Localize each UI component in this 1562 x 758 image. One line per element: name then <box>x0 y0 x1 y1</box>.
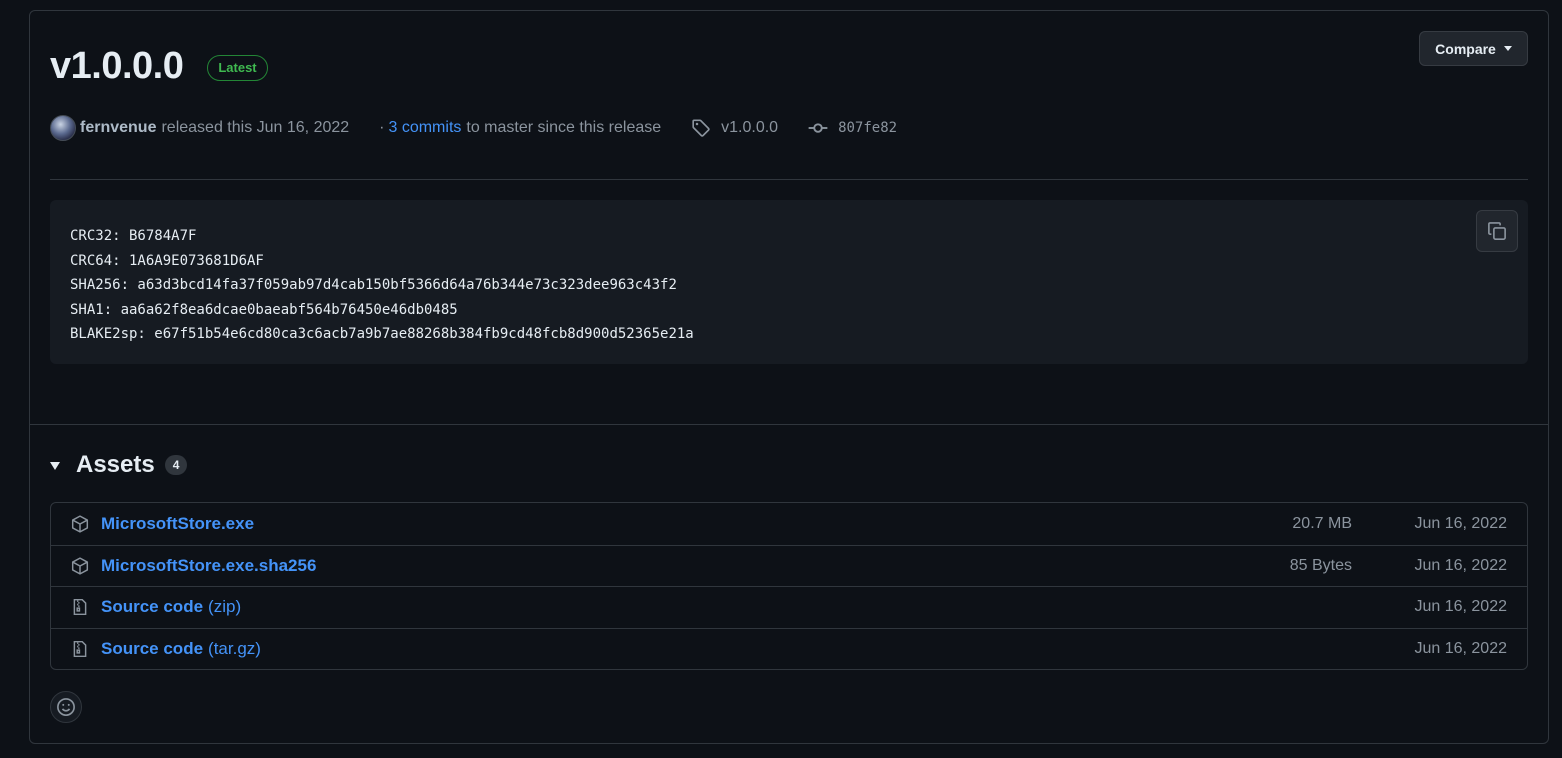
hash-line-crc64: CRC64: 1A6A9E073681D6AF <box>70 252 264 269</box>
caret-down-icon <box>1503 46 1512 51</box>
author-link[interactable]: fernvenue <box>80 119 156 137</box>
file-zip-icon <box>71 598 89 616</box>
latest-badge: Latest <box>207 55 268 81</box>
compare-button[interactable]: Compare <box>1419 31 1528 66</box>
asset-link[interactable]: Source code <box>101 639 203 659</box>
hash-line-crc32: CRC32: B6784A7F <box>70 228 197 244</box>
asset-format[interactable]: (zip) <box>208 597 241 617</box>
release-card: v1.0.0.0 Latest Compare fernvenue releas… <box>29 10 1549 744</box>
hash-line-sha1: SHA1: aa6a62f8ea6dcae0baeabf564b76450e46… <box>70 301 458 318</box>
asset-row: MicrosoftStore.exe.sha256 85 Bytes Jun 1… <box>51 544 1527 587</box>
file-zip-icon <box>71 640 89 658</box>
add-reaction-button[interactable] <box>50 691 82 723</box>
asset-link[interactable]: MicrosoftStore.exe.sha256 <box>101 556 316 576</box>
assets-count-badge: 4 <box>164 455 188 475</box>
release-meta: fernvenue released this Jun 16, 2022 · 3… <box>50 115 897 141</box>
hash-line-blake2sp: BLAKE2sp: e67f51b54e6cd80ca3c6acb7a9b7ae… <box>70 326 694 342</box>
commit-sha-link[interactable]: 807fe82 <box>838 120 897 136</box>
asset-size: 20.7 MB <box>1292 514 1352 532</box>
smiley-icon <box>57 698 75 716</box>
divider <box>50 179 1528 180</box>
asset-link[interactable]: Source code <box>101 597 203 617</box>
tag-icon <box>691 118 711 138</box>
tag-link[interactable]: v1.0.0.0 <box>721 119 778 137</box>
compare-button-label: Compare <box>1435 40 1496 57</box>
git-commit-icon <box>808 118 828 138</box>
assets-toggle[interactable]: Assets 4 <box>50 451 188 479</box>
asset-format[interactable]: (tar.gz) <box>208 639 261 659</box>
asset-row: Source code (tar.gz) Jun 16, 2022 <box>51 627 1527 670</box>
hash-line-sha256: SHA256: a63d3bcd14fa37f059ab97d4cab150bf… <box>70 277 677 293</box>
asset-row: Source code (zip) Jun 16, 2022 <box>51 586 1527 628</box>
release-header: v1.0.0.0 Latest Compare fernvenue releas… <box>30 11 1548 425</box>
triangle-down-icon <box>50 462 60 470</box>
copy-icon <box>1488 222 1506 240</box>
title-row: v1.0.0.0 Latest <box>50 45 268 87</box>
commits-link[interactable]: 3 commits <box>388 119 461 137</box>
commits-suffix: to master since this release <box>466 119 662 136</box>
asset-date: Jun 16, 2022 <box>1414 639 1507 657</box>
asset-size: 85 Bytes <box>1289 556 1352 574</box>
asset-link[interactable]: MicrosoftStore.exe <box>101 514 254 534</box>
asset-date: Jun 16, 2022 <box>1414 556 1507 574</box>
hash-code-block: CRC32: B6784A7F CRC64: 1A6A9E073681D6AF … <box>50 200 1528 364</box>
assets-title: Assets <box>76 451 155 478</box>
released-text: released this Jun 16, 2022 <box>161 119 350 136</box>
asset-list: MicrosoftStore.exe 20.7 MB Jun 16, 2022 … <box>50 502 1528 670</box>
asset-date: Jun 16, 2022 <box>1414 514 1507 532</box>
release-title[interactable]: v1.0.0.0 <box>50 45 184 87</box>
separator-dot: · <box>379 119 385 136</box>
avatar[interactable] <box>50 115 76 141</box>
section-divider <box>30 424 1548 425</box>
package-icon <box>71 557 89 575</box>
package-icon <box>71 515 89 533</box>
asset-date: Jun 16, 2022 <box>1414 598 1507 616</box>
asset-row: MicrosoftStore.exe 20.7 MB Jun 16, 2022 <box>51 503 1527 545</box>
copy-button[interactable] <box>1476 210 1518 252</box>
